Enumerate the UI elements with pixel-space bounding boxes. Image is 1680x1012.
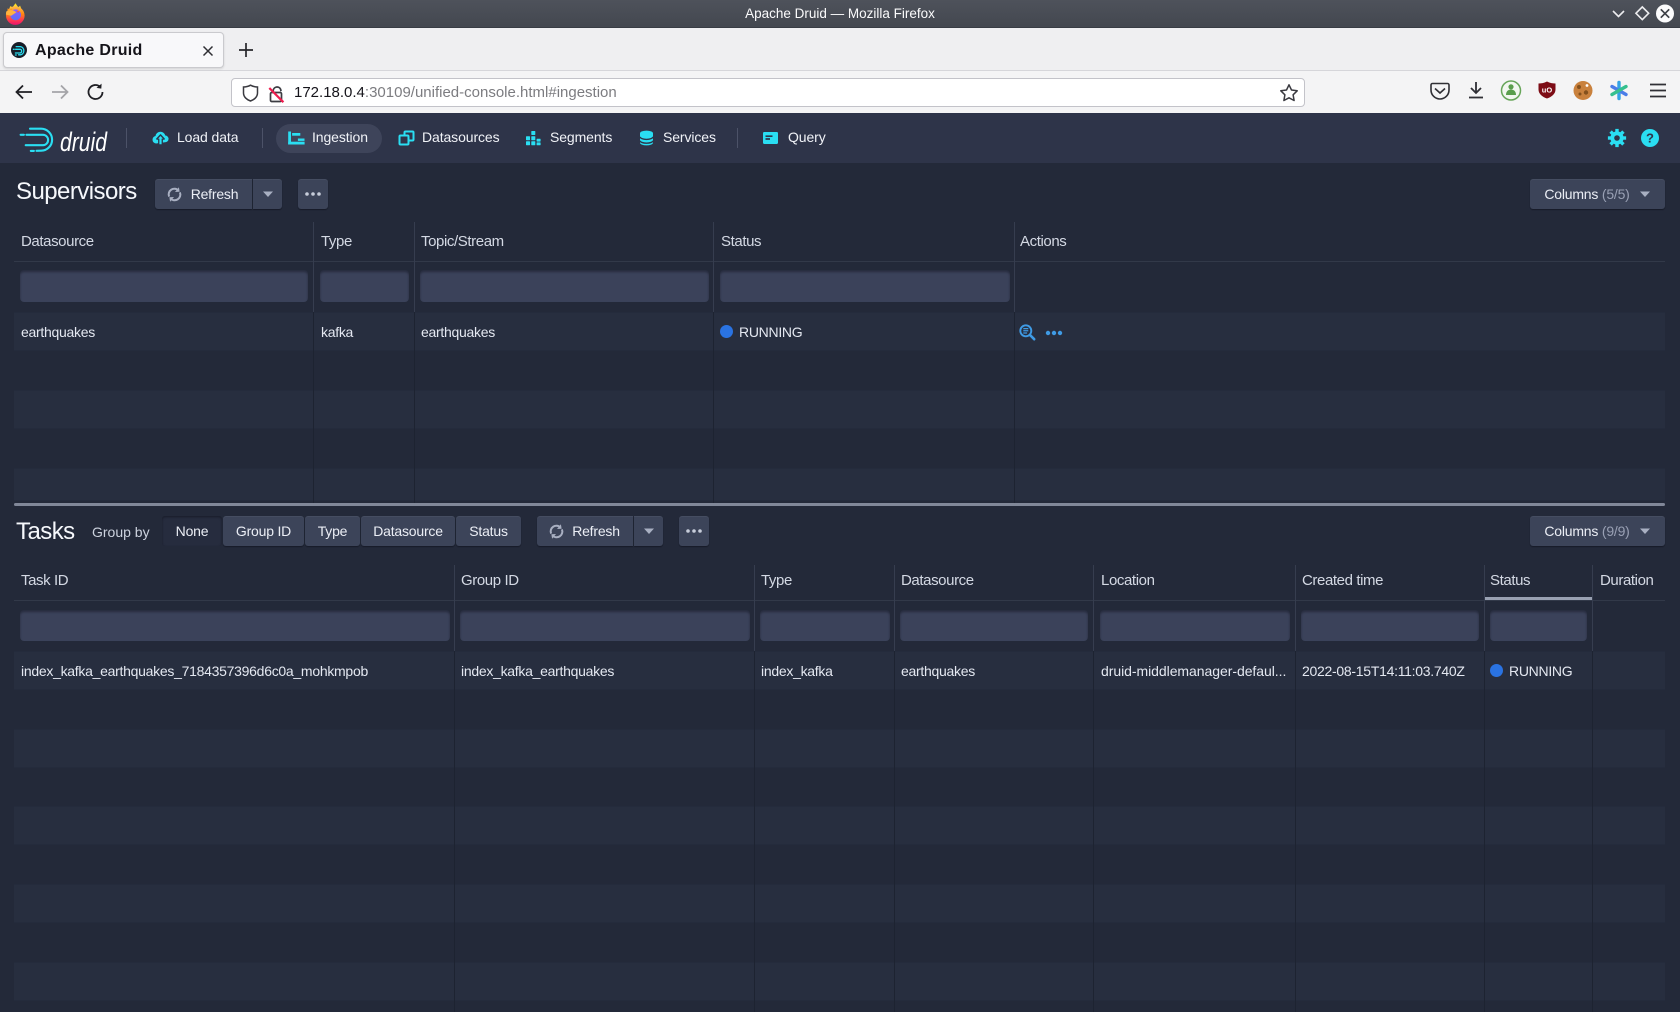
svg-text:druid: druid — [60, 127, 108, 157]
svg-text:?: ? — [1646, 131, 1654, 146]
svg-text:uO: uO — [1542, 86, 1553, 95]
